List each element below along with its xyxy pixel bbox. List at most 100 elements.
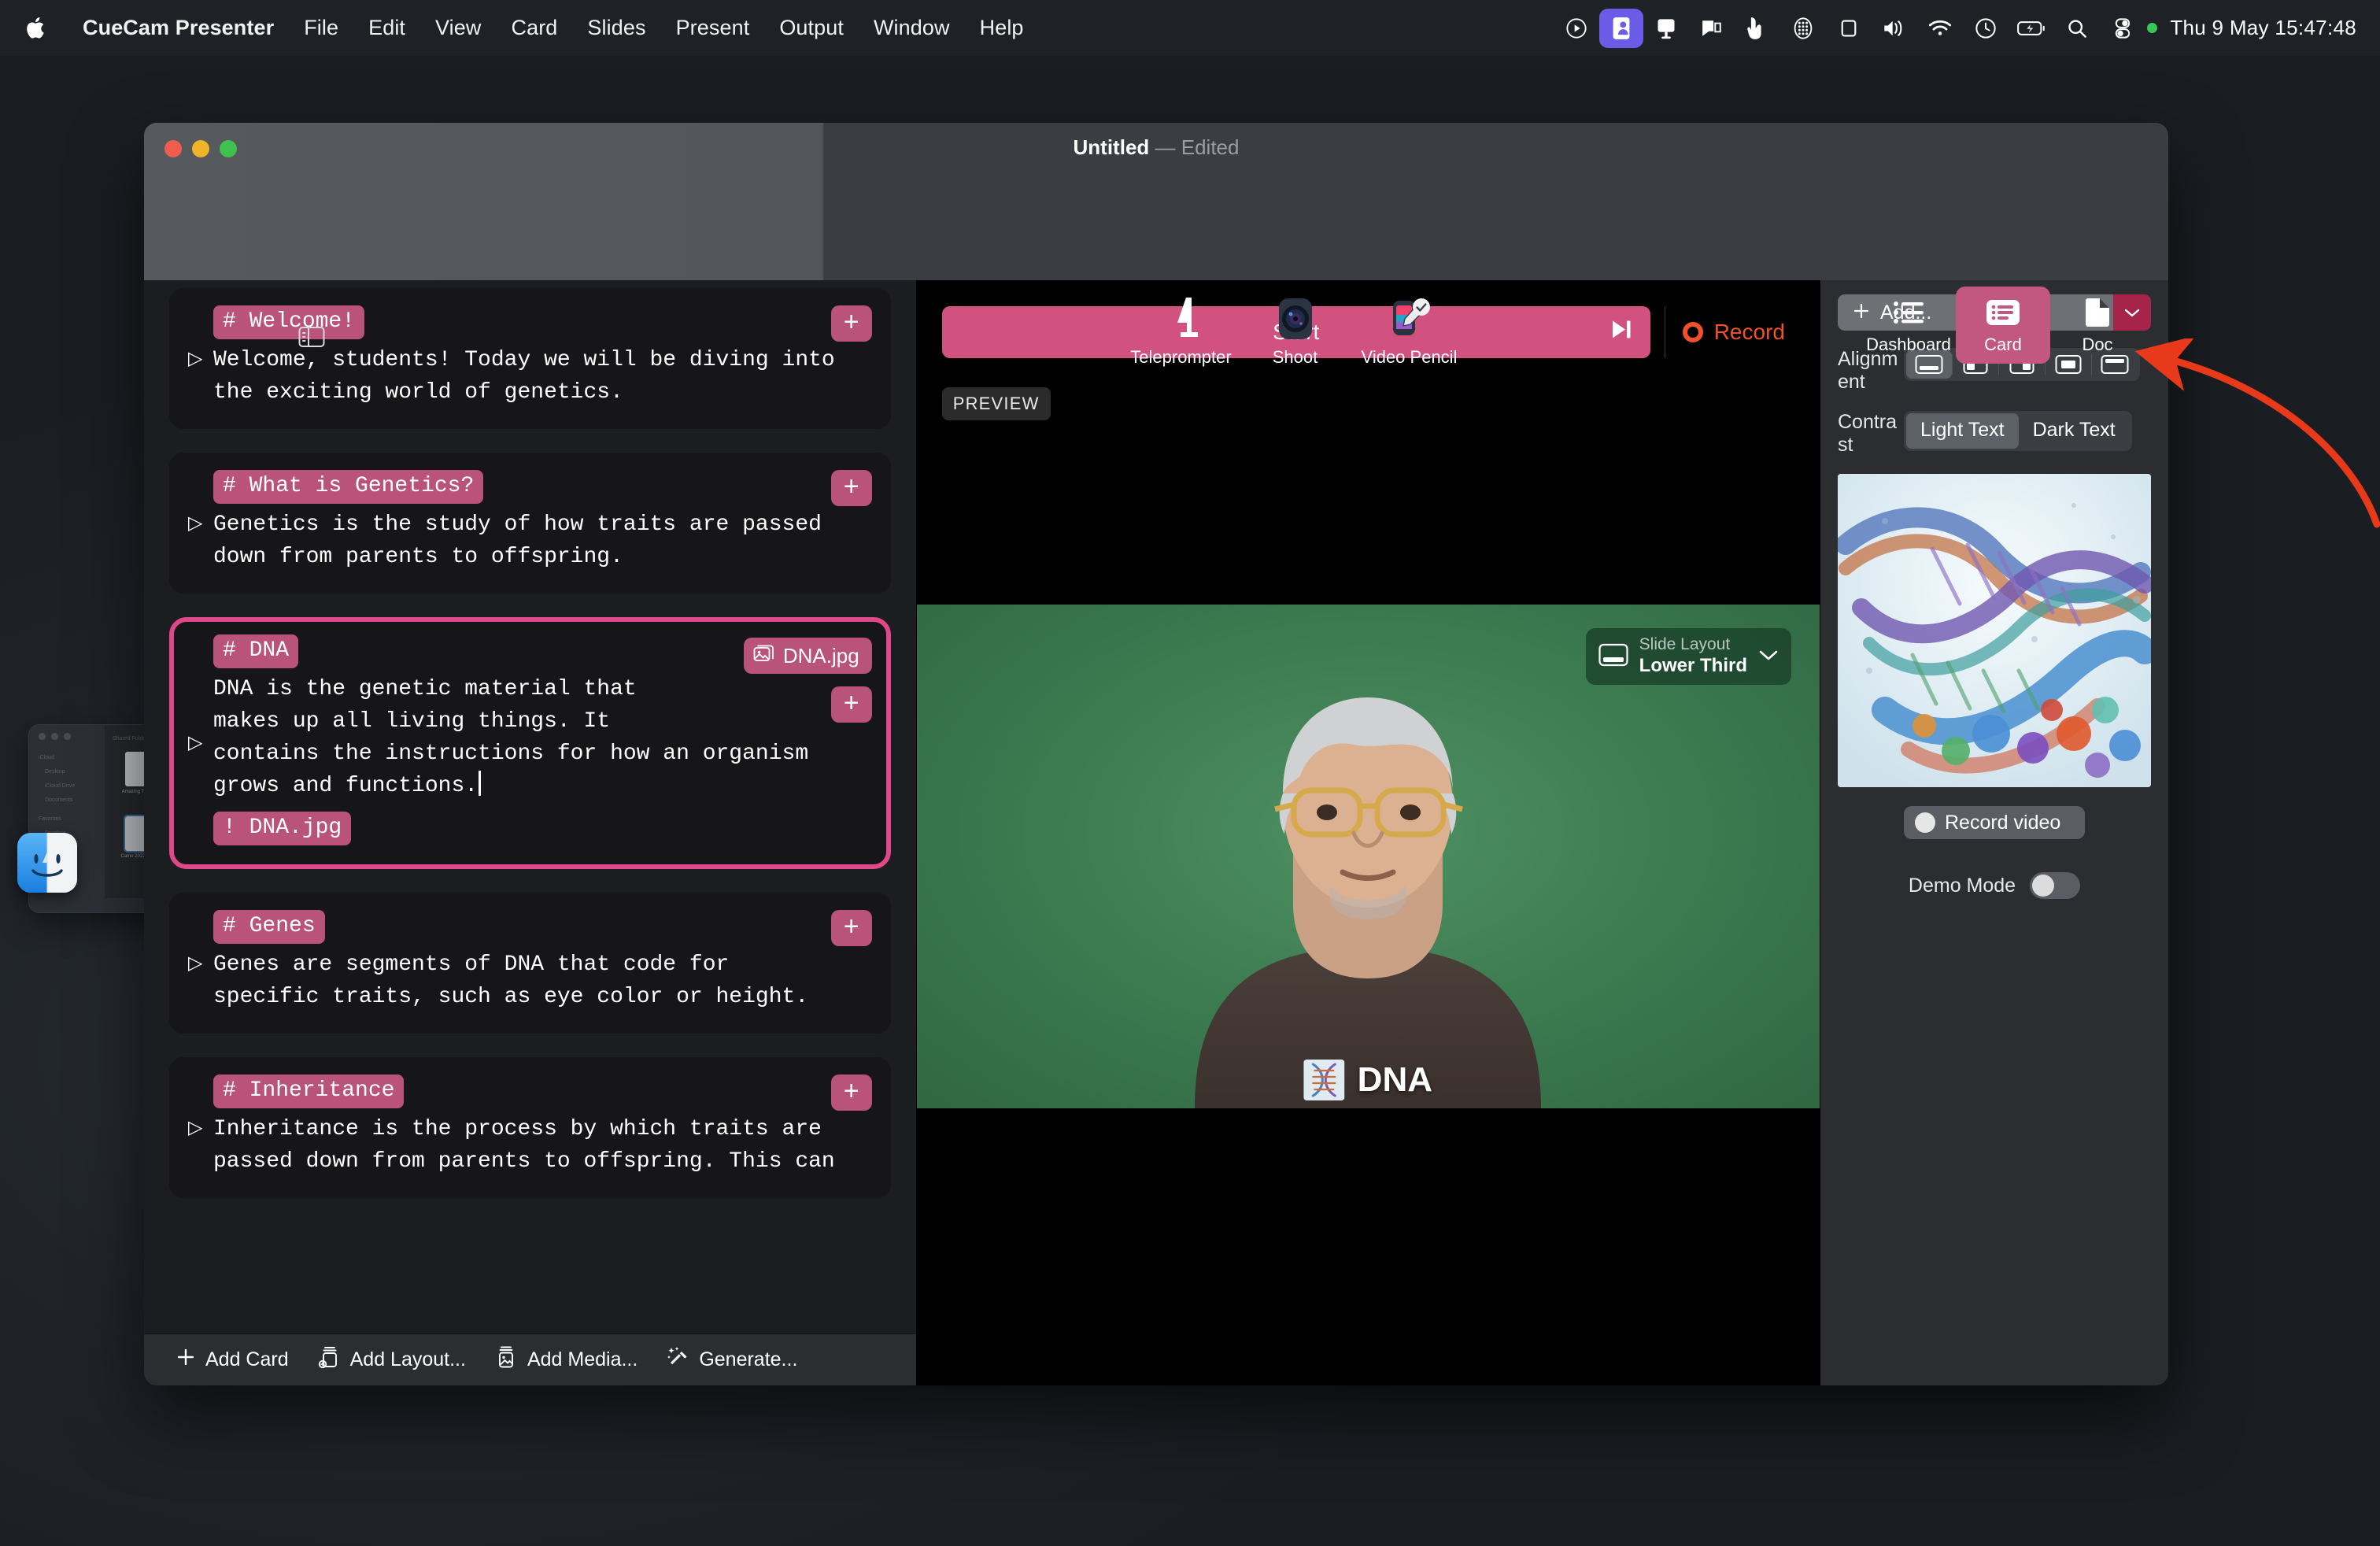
card-body-text[interactable]: Genetics is the study of how traits are … (213, 507, 867, 573)
lower-third-label: DNA (1357, 1060, 1433, 1099)
slide-layout-sublabel: Slide Layout (1639, 635, 1731, 654)
cursor-icon[interactable] (1735, 6, 1780, 51)
sidebar-toggle-icon[interactable] (298, 326, 325, 348)
menu-view[interactable]: View (420, 0, 496, 56)
menu-present[interactable]: Present (661, 0, 765, 56)
record-button[interactable]: Record (1665, 320, 1785, 345)
card-what-is-genetics[interactable]: ▷ # What is Genetics? Genetics is the st… (169, 453, 891, 594)
card-body-text[interactable]: Welcome, students! Today we will be divi… (213, 342, 867, 409)
toolbar-modes: Dashboard Card Doc (1861, 287, 2145, 364)
menu-card[interactable]: Card (496, 0, 572, 56)
card-add-button[interactable]: + (830, 1074, 872, 1111)
window-title-dash: — (1155, 135, 1176, 159)
presenter-video-figure (1195, 697, 1542, 1108)
preview-badge: PREVIEW (941, 387, 1051, 420)
media-thumbnail[interactable] (1838, 474, 2151, 787)
card-list-bottom-bar: Add Card Add Layout... Add Media... Gene… (144, 1333, 916, 1385)
demo-mode-row: Demo Mode (1838, 872, 2151, 899)
grid-icon[interactable] (1780, 6, 1826, 51)
volume-icon[interactable] (1872, 6, 1917, 51)
shoot-button[interactable]: Shoot (1238, 294, 1352, 368)
search-icon[interactable] (2054, 6, 2100, 51)
disclosure-triangle-icon[interactable]: ▷ (188, 953, 202, 973)
finder-dock-icon[interactable] (17, 833, 77, 893)
lower-third-overlay: DNA (1303, 1060, 1433, 1100)
menu-app-name[interactable]: CueCam Presenter (68, 0, 289, 56)
contrast-light-text-option[interactable]: Light Text (1906, 413, 2019, 449)
control-center-icon[interactable] (1963, 6, 2009, 51)
add-layout-button[interactable]: Add Layout... (306, 1345, 477, 1374)
add-card-label: Add Card (205, 1348, 289, 1370)
card-list-pane: ▷ # Welcome! Welcome, students! Today we… (144, 280, 917, 1385)
menu-file[interactable]: File (289, 0, 353, 56)
card-add-button[interactable]: + (830, 910, 872, 946)
card-add-button[interactable]: + (830, 305, 872, 342)
menu-slides[interactable]: Slides (572, 0, 660, 56)
disclosure-triangle-icon[interactable]: ▷ (188, 734, 202, 753)
airplay-icon[interactable] (1689, 6, 1735, 51)
menu-help[interactable]: Help (965, 0, 1039, 56)
card-add-button[interactable]: + (830, 686, 872, 723)
apple-logo-icon[interactable] (22, 14, 47, 43)
record-button-label: Record (1713, 320, 1785, 344)
wifi-icon[interactable] (1917, 6, 1963, 51)
add-media-icon (494, 1345, 518, 1374)
disclosure-triangle-icon[interactable]: ▷ (188, 513, 202, 533)
mode-doc-button[interactable]: Doc (2050, 287, 2145, 364)
add-card-button[interactable]: Add Card (164, 1347, 300, 1373)
card-dna[interactable]: ▷ DNA.jpg # DNA DNA is the genetic mater… (169, 617, 891, 869)
record-video-button[interactable]: Record video (1904, 806, 2085, 839)
display-icon[interactable] (1643, 6, 1689, 51)
card-list[interactable]: ▷ # Welcome! Welcome, students! Today we… (144, 280, 916, 1333)
video-pencil-button[interactable]: Video Pencil (1352, 294, 1466, 368)
sparkle-wand-icon (666, 1345, 689, 1374)
mode-card-button[interactable]: Card (1956, 287, 2050, 364)
document-icon (2086, 296, 2109, 329)
battery-charging-icon[interactable] (2009, 6, 2054, 51)
card-body-text[interactable]: Genes are segments of DNA that code for … (213, 947, 867, 1013)
add-media-button[interactable]: Add Media... (483, 1345, 649, 1374)
card-media-badge-label: DNA.jpg (782, 643, 859, 668)
menu-output[interactable]: Output (764, 0, 859, 56)
app-window: Untitled — Edited Teleprompter Shoot Vid… (144, 123, 2168, 1385)
slide-layout-selector[interactable]: Slide Layout Lower Third (1585, 628, 1791, 685)
card-inheritance[interactable]: ▷ # Inheritance Inheritance is the proce… (169, 1057, 891, 1198)
menu-clock[interactable]: Thu 9 May 15:47:48 (2170, 16, 2356, 40)
mode-dashboard-label: Dashboard (1866, 335, 1951, 354)
teleprompter-label: Teleprompter (1130, 347, 1232, 367)
mode-dashboard-button[interactable]: Dashboard (1861, 287, 1956, 364)
window-title-state: Edited (1181, 135, 1240, 159)
card-add-button[interactable]: + (830, 470, 872, 506)
stage-manager-icon[interactable] (1826, 6, 1872, 51)
play-circle-icon[interactable] (1554, 6, 1599, 51)
teleprompter-button[interactable]: Teleprompter (1124, 294, 1238, 368)
menu-status-area: Thu 9 May 15:47:48 (1554, 6, 2363, 51)
card-welcome[interactable]: ▷ # Welcome! Welcome, students! Today we… (169, 288, 891, 429)
toggles-icon[interactable] (2100, 6, 2145, 51)
disclosure-triangle-icon[interactable]: ▷ (188, 349, 202, 368)
disclosure-triangle-icon[interactable]: ▷ (188, 1118, 202, 1137)
card-body-text[interactable]: Inheritance is the process by which trai… (213, 1111, 867, 1178)
card-media-badge[interactable]: DNA.jpg (743, 638, 872, 674)
record-dot-icon (1682, 322, 1703, 342)
window-content: ▷ # Welcome! Welcome, students! Today we… (144, 280, 2168, 1385)
video-preview[interactable]: Slide Layout Lower Third DNA (916, 605, 1820, 1108)
generate-button[interactable]: Generate... (655, 1345, 808, 1374)
card-title-tag: # Genes (213, 910, 325, 944)
screen-share-active-icon[interactable] (1599, 8, 1644, 48)
contrast-dark-text-option[interactable]: Dark Text (2019, 413, 2130, 449)
add-media-label: Add Media... (527, 1348, 638, 1370)
card-title-tag: # Inheritance (213, 1074, 405, 1108)
card-list-icon (1986, 296, 2020, 329)
demo-mode-toggle[interactable] (2030, 872, 2081, 899)
chevron-down-icon[interactable] (1758, 648, 1779, 666)
menu-window[interactable]: Window (859, 0, 965, 56)
card-body-text[interactable]: DNA is the genetic material that makes u… (213, 671, 867, 802)
card-genes[interactable]: ▷ # Genes Genes are segments of DNA that… (169, 893, 891, 1034)
contrast-segmented-control[interactable]: Light Text Dark Text (1904, 411, 2132, 451)
contrast-row: Contrast Light Text Dark Text (1838, 411, 2151, 457)
card-title-tag: # Welcome! (213, 305, 365, 339)
menu-edit[interactable]: Edit (353, 0, 420, 56)
skip-forward-icon[interactable] (1609, 319, 1633, 346)
window-title: Untitled — Edited (144, 135, 2168, 160)
